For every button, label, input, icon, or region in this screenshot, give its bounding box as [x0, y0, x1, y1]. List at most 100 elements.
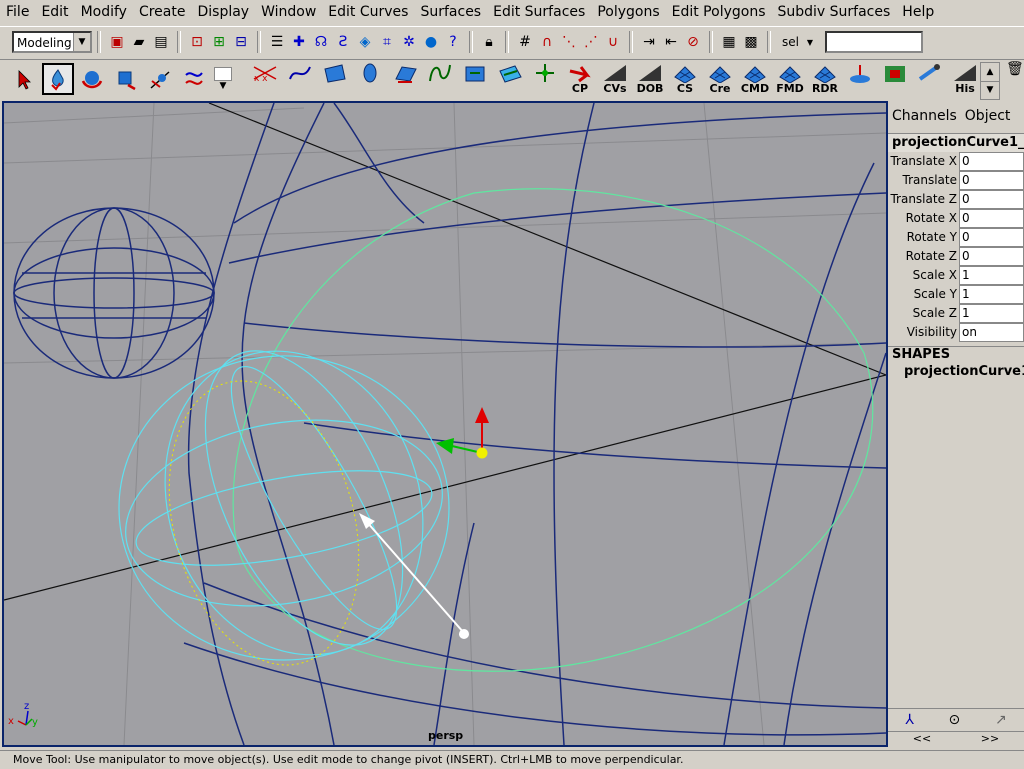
layer-display-icon[interactable]: ⊙: [949, 712, 961, 728]
attr-value[interactable]: 0: [959, 171, 1024, 190]
menu-edit[interactable]: Edit: [35, 0, 74, 24]
menu-polygons[interactable]: Polygons: [591, 0, 665, 24]
shelf-cvs-button[interactable]: CVs: [598, 63, 632, 97]
attr-value[interactable]: 1: [959, 285, 1024, 304]
snap-curve-icon[interactable]: ∩: [538, 33, 556, 51]
shelf-cv-curve-button[interactable]: x x: [248, 63, 282, 97]
selected-sphere-wireframe[interactable]: [111, 315, 465, 692]
handle-icon[interactable]: ✚: [290, 33, 308, 51]
perspective-viewport[interactable]: x z y persp: [2, 101, 888, 747]
layer-arrow-icon[interactable]: ↗: [995, 712, 1007, 728]
attr-value[interactable]: 0: [959, 209, 1024, 228]
shelf-cre-button[interactable]: Cre: [703, 63, 737, 97]
shelf-ep-curve-button[interactable]: [283, 63, 317, 97]
manipulator-tool-button[interactable]: [144, 63, 176, 95]
attr-value[interactable]: 0: [959, 190, 1024, 209]
attr-label[interactable]: Scale Z: [888, 304, 959, 323]
rotate-tool-button[interactable]: [76, 63, 108, 95]
shape-name[interactable]: projectionCurve1_: [888, 364, 1024, 379]
shelf-move-pivot-button[interactable]: [528, 63, 562, 97]
surface-icon[interactable]: ◈: [356, 33, 374, 51]
menu-surfaces[interactable]: Surfaces: [414, 0, 487, 24]
render-frame-icon[interactable]: ▦: [720, 33, 738, 51]
lasso-tool-button[interactable]: [42, 63, 74, 95]
shelf-cp-button[interactable]: CP: [563, 63, 597, 97]
attr-label[interactable]: Rotate Z: [888, 247, 959, 266]
attr-value[interactable]: on: [959, 323, 1024, 342]
manipulator-center-handle[interactable]: [476, 447, 488, 459]
select-tool-button[interactable]: [8, 63, 40, 95]
tab-channels[interactable]: Channels: [888, 104, 961, 128]
snap-point-icon[interactable]: ⋱: [560, 33, 578, 51]
attr-label[interactable]: Visibility: [888, 323, 959, 342]
select-component-icon[interactable]: ⊟: [232, 33, 250, 51]
quick-select-input[interactable]: [824, 31, 923, 53]
nav-prev-button[interactable]: <<: [888, 732, 956, 746]
joint-icon[interactable]: ☊: [312, 33, 330, 51]
open-scene-icon[interactable]: ▰: [130, 33, 148, 51]
lock-icon[interactable]: 🔒︎: [480, 33, 498, 51]
shelf-trim-button[interactable]: [493, 63, 527, 97]
output-ops-icon[interactable]: ⇤: [662, 33, 680, 51]
curve-icon[interactable]: Ƨ: [334, 33, 352, 51]
chevron-down-icon[interactable]: ▼: [981, 82, 999, 99]
tab-object[interactable]: Object: [961, 104, 1015, 128]
menu-display[interactable]: Display: [191, 0, 255, 24]
construction-history-icon[interactable]: ⊘: [684, 33, 702, 51]
attr-label[interactable]: Scale Y: [888, 285, 959, 304]
mode-select[interactable]: Modeling ▼: [12, 31, 92, 53]
projection-curve[interactable]: [232, 188, 874, 672]
menu-subdiv-surfaces[interactable]: Subdiv Surfaces: [772, 0, 897, 24]
attr-value[interactable]: 0: [959, 247, 1024, 266]
move-manipulator[interactable]: [436, 407, 489, 459]
shelf-planar-button[interactable]: [388, 63, 422, 97]
layer-axis-icon[interactable]: ⅄: [905, 712, 914, 728]
shelf-rdr-button[interactable]: RDR: [808, 63, 842, 97]
menu-file[interactable]: File: [0, 0, 35, 24]
attr-label[interactable]: Rotate X: [888, 209, 959, 228]
snap-grid-icon[interactable]: #: [516, 33, 534, 51]
attr-label[interactable]: Translate X: [888, 152, 959, 171]
shelf-texture-button[interactable]: [878, 63, 912, 97]
misc-icon[interactable]: ?: [444, 33, 462, 51]
attr-value[interactable]: 0: [959, 152, 1024, 171]
menu-edit-curves[interactable]: Edit Curves: [322, 0, 414, 24]
deformer-icon[interactable]: ⌗: [378, 33, 396, 51]
attr-label[interactable]: Translate: [888, 171, 959, 190]
sel-dropdown-icon[interactable]: ▼: [801, 33, 819, 51]
menu-help[interactable]: Help: [896, 0, 940, 24]
attr-label[interactable]: Scale X: [888, 266, 959, 285]
filter-icon[interactable]: ☰: [268, 33, 286, 51]
shelf-cs-button[interactable]: CS: [668, 63, 702, 97]
menu-window[interactable]: Window: [255, 0, 322, 24]
shelf-cmd-button[interactable]: CMD: [738, 63, 772, 97]
attr-value[interactable]: 0: [959, 228, 1024, 247]
shelf-pivot-button[interactable]: [843, 63, 877, 97]
ipr-render-icon[interactable]: ▩: [742, 33, 760, 51]
new-scene-icon[interactable]: ▣: [108, 33, 126, 51]
menu-edit-polygons[interactable]: Edit Polygons: [666, 0, 772, 24]
save-scene-icon[interactable]: ▤: [152, 33, 170, 51]
object-name[interactable]: projectionCurve1_1: [888, 133, 1024, 152]
shelf-dob-button[interactable]: DOB: [633, 63, 667, 97]
menu-edit-surfaces[interactable]: Edit Surfaces: [487, 0, 591, 24]
snap-live-icon[interactable]: ∪: [604, 33, 622, 51]
shelf-revolve-button[interactable]: [353, 63, 387, 97]
menu-create[interactable]: Create: [133, 0, 192, 24]
chevron-up-icon[interactable]: ▲: [981, 63, 999, 82]
shelf-project-curve-button[interactable]: [458, 63, 492, 97]
shelf-scrollbar[interactable]: ▲ ▼: [980, 62, 1000, 100]
attr-value[interactable]: 1: [959, 304, 1024, 323]
attr-label[interactable]: Rotate Y: [888, 228, 959, 247]
select-hierarchy-icon[interactable]: ⊡: [188, 33, 206, 51]
snap-view-icon[interactable]: ⋰: [582, 33, 600, 51]
input-ops-icon[interactable]: ⇥: [640, 33, 658, 51]
soft-mod-tool-button[interactable]: [178, 63, 210, 95]
scale-tool-button[interactable]: [110, 63, 142, 95]
scene-wireframe[interactable]: [4, 103, 886, 745]
trash-icon[interactable]: 🗑︎: [1006, 61, 1024, 77]
select-object-icon[interactable]: ⊞: [210, 33, 228, 51]
attr-value[interactable]: 1: [959, 266, 1024, 285]
shelf-bend-curve-button[interactable]: [423, 63, 457, 97]
shelf-wrench-button[interactable]: [913, 63, 947, 97]
